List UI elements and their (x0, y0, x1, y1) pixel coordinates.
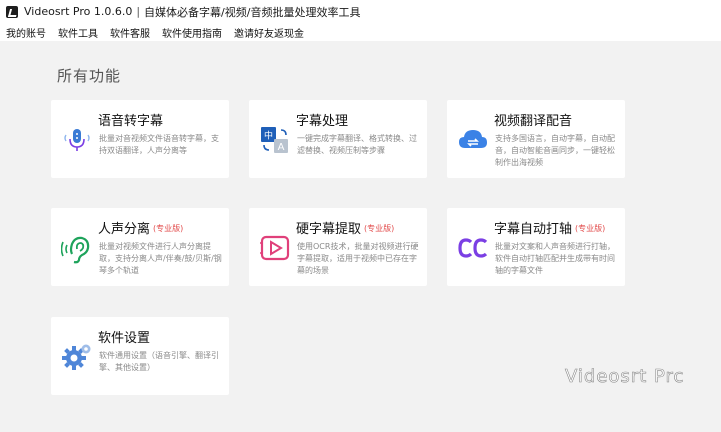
card-description: 批量对视频文件进行人声分离提取，支持分离人声/伴奏/鼓/贝斯/钢琴多个轨道 (99, 242, 222, 275)
card-title: 视频翻译配音 (494, 114, 573, 129)
svg-text:A: A (278, 142, 285, 153)
menu-my-account[interactable]: 我的账号 (0, 25, 52, 40)
menu-invite-friends[interactable]: 邀请好友返现金 (228, 25, 310, 40)
pro-badge: (专业版) (364, 224, 395, 233)
card-description: 支持多国语言，自动字幕，自动配音，自动智能音画同步，一键轻松制作出海视频 (495, 134, 615, 167)
card-video-translate-dub[interactable]: 视频翻译配音 支持多国语言，自动字幕，自动配音，自动智能音画同步，一键轻松制作出… (447, 100, 625, 178)
app-logo-icon (6, 5, 18, 18)
card-title: 人声分离 (专业版) (98, 222, 184, 237)
pro-badge: (专业版) (153, 224, 184, 233)
ear-icon (61, 236, 90, 264)
card-auto-subtitle-timing[interactable]: 字幕自动打轴 (专业版) 批量对文案和人声音频进行打轴，软件自动打轴匹配并生成带有… (447, 208, 625, 286)
card-title: 软件设置 (98, 331, 151, 346)
title-bar: Videosrt Pro 1.0.6.0 | 自媒体必备字幕/视频/音频批量处理… (0, 0, 721, 23)
menu-bar: 我的账号 软件工具 软件客服 软件使用指南 邀请好友返现金 (0, 23, 721, 41)
main-content: 所有功能 语音转字幕 批量对音视频文件语音转字幕，支持双语翻译，人声分离等 中 … (0, 41, 721, 432)
card-software-settings[interactable]: 软件设置 软件通用设置（语音引擎、翻译引擎、其他设置） (51, 317, 229, 395)
pro-badge: (专业版) (575, 224, 606, 233)
app-name: Videosrt Pro 1.0.6.0 (24, 5, 133, 18)
section-title: 所有功能 (57, 67, 122, 85)
app-subtitle: 自媒体必备字幕/视频/音频批量处理效率工具 (144, 5, 361, 19)
menu-software-tools[interactable]: 软件工具 (52, 25, 104, 40)
svg-text:中: 中 (264, 130, 273, 142)
card-description: 一键完成字幕翻译、格式转换、过滤替换、视频压制等步骤 (297, 134, 417, 155)
cloud-sync-icon (459, 130, 487, 148)
card-description: 批量对音视频文件语音转字幕，支持双语翻译，人声分离等 (99, 134, 219, 155)
title-separator: | (136, 5, 141, 18)
card-title: 字幕自动打轴 (专业版) (494, 222, 606, 237)
card-description: 软件通用设置（语音引擎、翻译引擎、其他设置） (99, 351, 219, 372)
cc-icon (458, 238, 488, 258)
card-speech-to-subtitle[interactable]: 语音转字幕 批量对音视频文件语音转字幕，支持双语翻译，人声分离等 (51, 100, 229, 178)
microphone-icon (64, 129, 90, 151)
card-hard-subtitle-extract[interactable]: 硬字幕提取 (专业版) 使用OCR技术，批量对视频进行硬字幕提取，适用于视频中已存… (249, 208, 427, 286)
card-vocal-separation[interactable]: 人声分离 (专业版) 批量对视频文件进行人声分离提取，支持分离人声/伴奏/鼓/贝斯… (51, 208, 229, 286)
card-title: 字幕处理 (296, 114, 349, 129)
card-description: 使用OCR技术，批量对视频进行硬字幕提取，适用于视频中已存在字幕的场景 (297, 242, 419, 275)
gear-icon (62, 344, 91, 370)
card-title: 语音转字幕 (98, 114, 164, 129)
menu-user-guide[interactable]: 软件使用指南 (156, 25, 228, 40)
card-subtitle-processing[interactable]: 中 A 字幕处理 一键完成字幕翻译、格式转换、过滤替换、视频压制等步骤 (249, 100, 427, 178)
video-play-icon (260, 235, 290, 261)
watermark-text: Videosrt Prc (565, 366, 685, 388)
menu-customer-service[interactable]: 软件客服 (104, 25, 156, 40)
card-description: 批量对文案和人声音频进行打轴，软件自动打轴匹配并生成带有时间轴的字幕文件 (495, 242, 615, 275)
translate-icon: 中 A (261, 127, 288, 153)
card-title: 硬字幕提取 (专业版) (296, 222, 395, 237)
